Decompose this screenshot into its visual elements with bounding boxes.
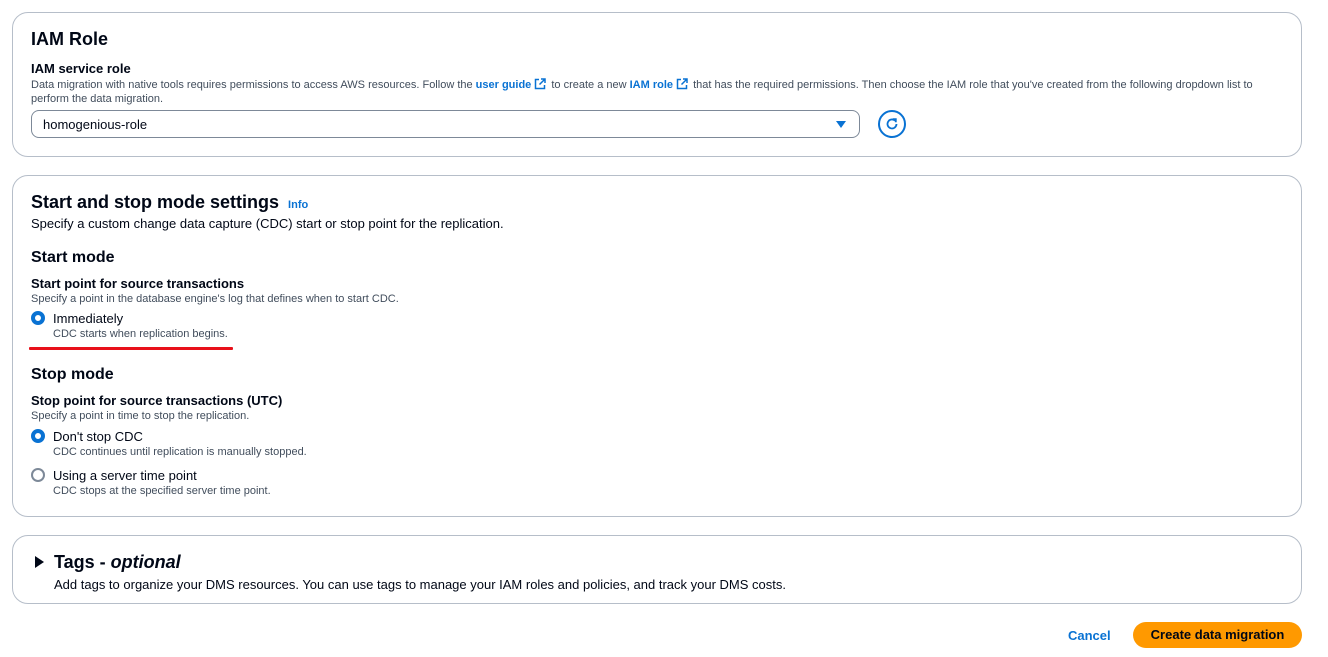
iam-role-select[interactable]: homogenious-role [31, 110, 860, 138]
tags-optional-text: optional [110, 552, 181, 572]
radio-server-time-point-description: CDC stops at the specified server time p… [53, 485, 271, 497]
create-data-migration-button[interactable]: Create data migration [1133, 622, 1302, 648]
iam-service-role-label: IAM service role [31, 61, 131, 76]
iam-role-link[interactable]: IAM role [630, 79, 673, 91]
caret-down-icon [836, 121, 846, 128]
external-link-icon[interactable] [534, 78, 547, 90]
desc-text: to create a new [548, 79, 630, 91]
stop-point-label: Stop point for source transactions (UTC) [31, 393, 283, 408]
refresh-button[interactable] [878, 110, 906, 138]
stop-mode-heading: Stop mode [31, 366, 114, 383]
desc-text: Data migration with native tools require… [31, 79, 476, 91]
stop-point-description: Specify a point in time to stop the repl… [31, 410, 250, 422]
iam-description-line2: perform the data migration. [31, 93, 164, 105]
start-mode-heading: Start mode [31, 249, 115, 266]
iam-role-title: IAM Role [31, 29, 109, 49]
annotation-underline [29, 347, 233, 350]
radio-server-time-point[interactable] [31, 468, 45, 482]
radio-server-time-point-label[interactable]: Using a server time point [53, 468, 197, 483]
iam-role-panel: IAM Role IAM service role Data migration… [12, 12, 1302, 157]
info-link[interactable]: Info [288, 199, 308, 211]
external-link-icon[interactable] [676, 78, 688, 90]
mode-settings-subtitle: Specify a custom change data capture (CD… [31, 216, 504, 231]
radio-dont-stop-cdc[interactable] [31, 429, 45, 443]
user-guide-link[interactable]: user guide [476, 79, 532, 91]
radio-dont-stop-cdc-description: CDC continues until replication is manua… [53, 446, 307, 458]
radio-immediately-label[interactable]: Immediately [53, 311, 123, 326]
radio-dont-stop-cdc-label[interactable]: Don't stop CDC [53, 429, 143, 444]
iam-role-select-value: homogenious-role [43, 117, 148, 132]
refresh-icon [886, 118, 898, 130]
start-point-label: Start point for source transactions [31, 276, 245, 291]
tags-panel[interactable]: Tags - optional Add tags to organize you… [12, 535, 1302, 604]
tags-title[interactable]: Tags - optional [54, 552, 181, 573]
expand-triangle-icon[interactable] [35, 556, 44, 568]
radio-immediately-description: CDC starts when replication begins. [53, 328, 228, 340]
iam-service-role-description: Data migration with native tools require… [31, 78, 1253, 91]
start-stop-mode-panel: Start and stop mode settings Info Specif… [12, 175, 1302, 517]
mode-settings-title: Start and stop mode settings Info [31, 192, 308, 213]
desc-text: that has the required permissions. Then … [690, 79, 1253, 91]
tags-title-text: Tags - [54, 552, 111, 572]
radio-immediately[interactable] [31, 311, 45, 325]
mode-settings-title-text: Start and stop mode settings [31, 192, 280, 212]
cancel-button[interactable]: Cancel [1060, 624, 1119, 648]
start-point-description: Specify a point in the database engine's… [31, 293, 399, 305]
tags-description: Add tags to organize your DMS resources.… [54, 577, 786, 592]
